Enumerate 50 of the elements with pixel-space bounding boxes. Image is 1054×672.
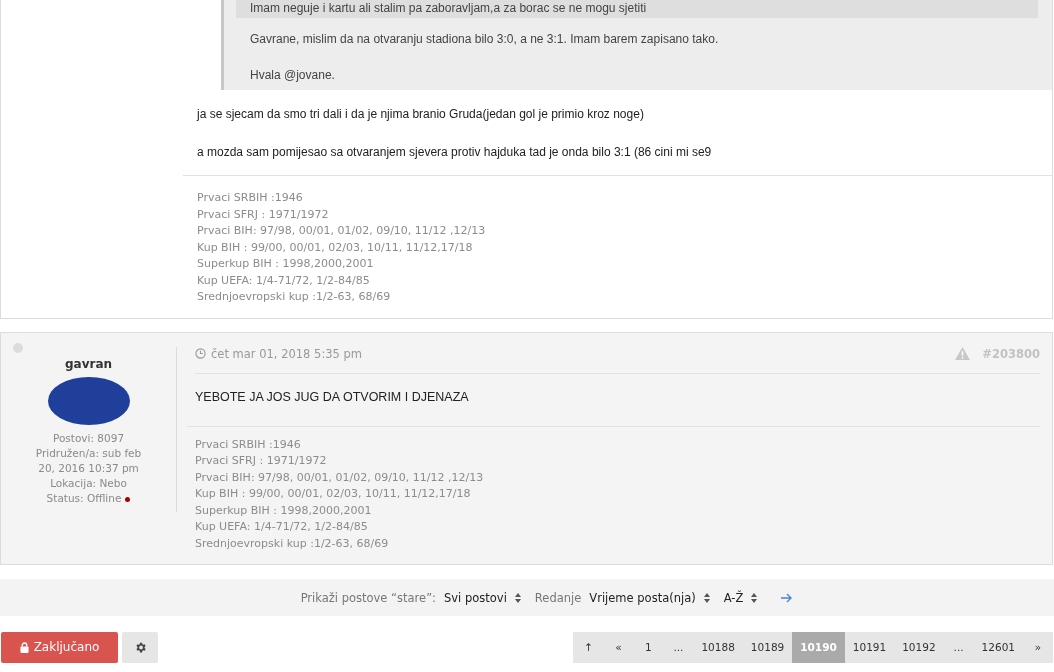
signature-line: Superkup BIH : 1998,2000,2001 xyxy=(197,256,375,272)
nested-quote: Imam neguje i kartu ali stalim pa zaboravljam,a za borac se ne mogu sjetiti xyxy=(236,0,1038,18)
arrow-right-icon[interactable] xyxy=(781,592,794,603)
page-link[interactable]: » xyxy=(1023,631,1053,663)
author-name[interactable]: gavran xyxy=(64,356,113,371)
page-link[interactable]: 12601 xyxy=(973,631,1023,663)
page-link[interactable]: ... xyxy=(663,631,694,663)
signature-line: Prvaci SFRJ : 1971/1972 xyxy=(195,453,328,469)
post-date: čet mar 01, 2018 5:35 pm xyxy=(211,346,363,361)
page-link[interactable]: 10188 xyxy=(693,631,743,663)
quote-text: Hvala @jovane. xyxy=(250,68,336,82)
signature-line: Srednjoevropski kup :1/2-63, 68/69 xyxy=(195,535,390,552)
page-link[interactable]: 1 xyxy=(633,631,664,663)
post-text: YEBOTE JA JOS JUG DA OTVORIM I DJENAZA xyxy=(187,373,1040,427)
settings-button[interactable] xyxy=(122,631,158,663)
updown-caret-icon xyxy=(703,592,710,603)
filter-label: Prikaži postove “stare”: xyxy=(300,590,436,605)
sort-label: Redanje xyxy=(534,590,582,605)
clock-icon xyxy=(195,348,206,359)
page-link[interactable]: 10191 xyxy=(844,631,895,663)
status-text: Status: Offline xyxy=(46,490,122,506)
signature-line: Prvaci SRBIH :1946 xyxy=(197,190,304,206)
locked-button[interactable]: Zaključano xyxy=(1,631,118,663)
profile-info: Pridružen/a: sub feb 20, 2016 10:37 pm xyxy=(34,445,143,476)
post-text: ja se sjecam da smo tri dali i da je njima branio Gruda(jedan gol je primio kroz noge) xyxy=(197,107,645,121)
signature-line: Superkup BIH : 1998,2000,2001 xyxy=(195,502,373,519)
updown-caret-icon xyxy=(751,592,758,603)
updown-caret-icon xyxy=(514,592,521,603)
page-link[interactable]: 10192 xyxy=(894,631,944,663)
signature-line: Kup UEFA: 1/4-71/72, 1/2-84/85 xyxy=(195,519,369,535)
signature-line: Prvaci SFRJ : 1971/1972 xyxy=(197,206,330,223)
signature-line: Srednjoevropski kup :1/2-63, 68/69 xyxy=(197,289,392,305)
signature-line: Prvaci BIH: 97/98, 00/01, 01/02, 09/10, 11/12 ,12/13 xyxy=(197,223,487,239)
signature-line: Kup BIH : 99/00, 00/01, 02/03, 10/11, 11/12,17/18 xyxy=(197,239,474,256)
profile-info: Postovi: 8097 xyxy=(52,430,125,446)
signature-line: Kup UEFA: 1/4-71/72, 1/2-84/85 xyxy=(197,272,371,289)
sort-select[interactable]: Vrijeme posta(nja) xyxy=(589,590,710,605)
quote-text: Gavrane, mislim da na otvaranju stadiona bilo 3:0, a ne 3:1. Imam barem zapisano tako. xyxy=(250,32,720,46)
page-link[interactable]: « xyxy=(603,631,634,663)
filter-select[interactable]: Svi postovi xyxy=(444,590,521,605)
page-link[interactable]: ↑ xyxy=(573,631,604,663)
lock-icon xyxy=(19,641,29,653)
signature-line: Kup BIH : 99/00, 00/01, 02/03, 10/11, 11/12,17/18 xyxy=(195,486,472,502)
signature-line: Prvaci SRBIH :1946 xyxy=(195,436,302,453)
post-text: a mozda sam pomijesao sa otvaranjem sjevera protiv hajduka tad je onda bilo 3:1 (86 cini mi se9 xyxy=(197,145,713,159)
page-link[interactable]: ... xyxy=(943,631,974,663)
page-link[interactable]: 10189 xyxy=(742,631,793,663)
direction-select[interactable]: A-Ž xyxy=(723,590,758,605)
signature-line: Prvaci BIH: 97/98, 00/01, 01/02, 09/10, 11/12 ,12/13 xyxy=(195,469,485,486)
profile-info: Lokacija: Nebo xyxy=(50,475,127,491)
